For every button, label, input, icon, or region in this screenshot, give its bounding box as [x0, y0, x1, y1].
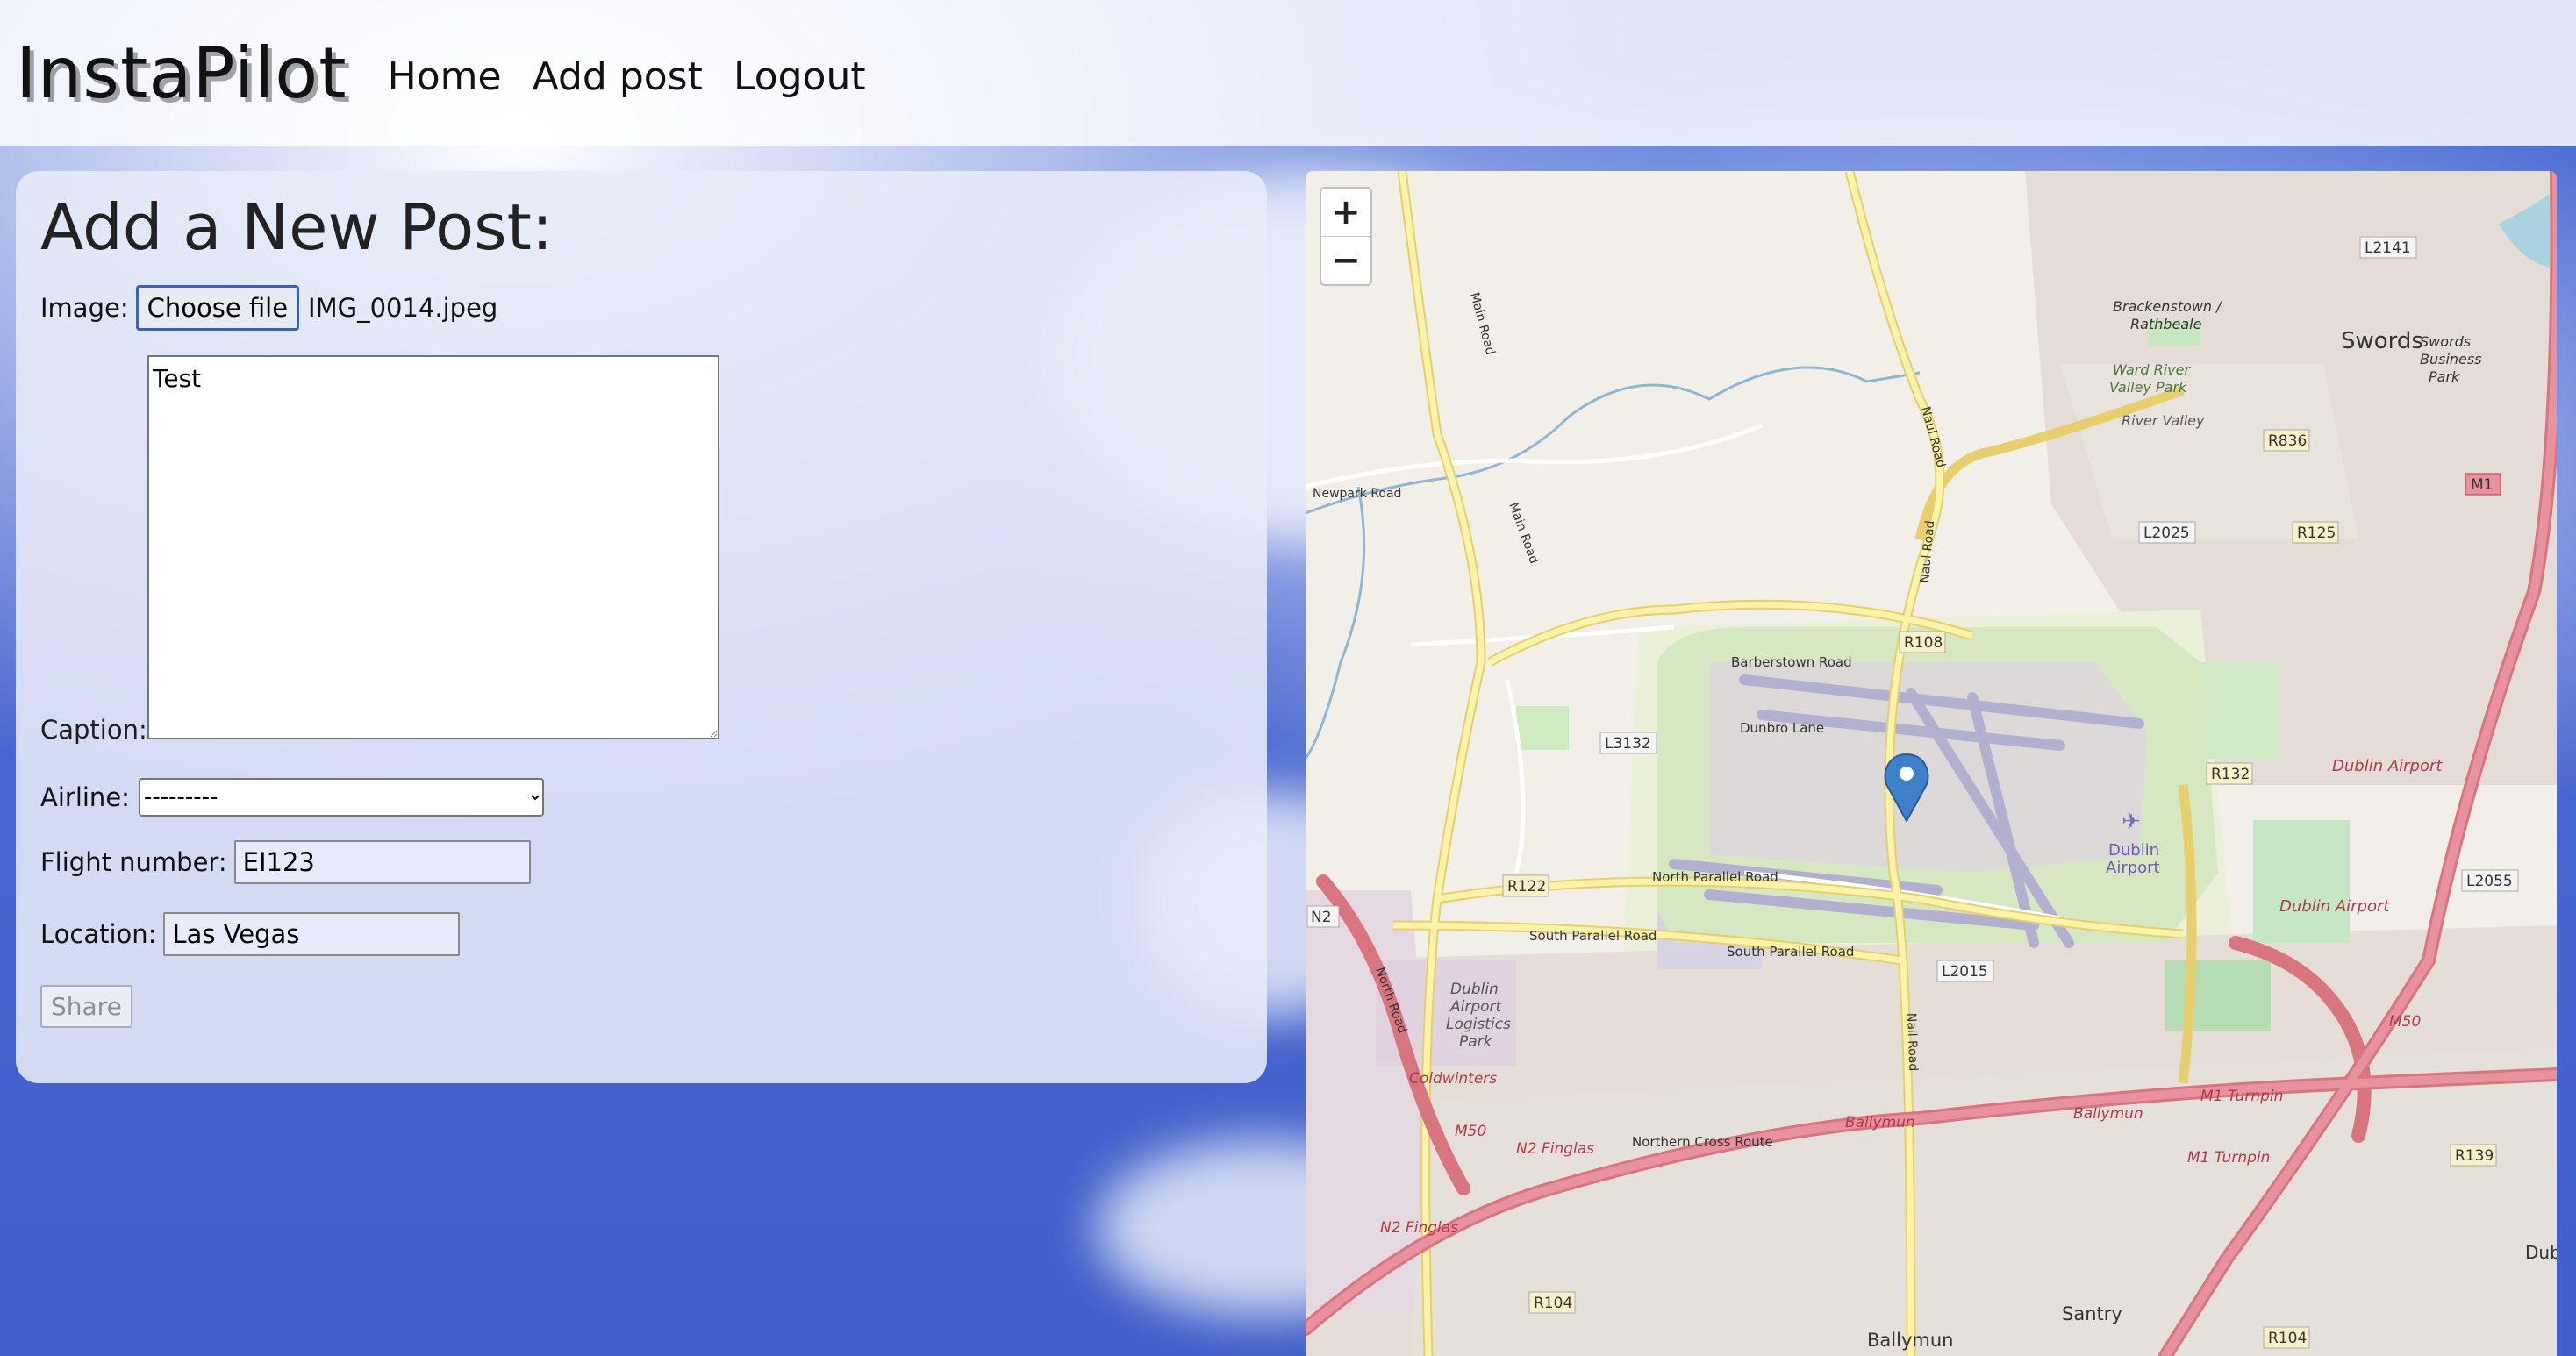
zoom-out-button[interactable]: −: [1321, 236, 1370, 284]
svg-text:M1: M1: [2471, 476, 2493, 494]
location-label: Location:: [40, 919, 157, 949]
map-label: M1 Turnpin: [2187, 1149, 2270, 1167]
map-label: Santry: [2062, 1303, 2122, 1324]
map-label: Park: [1459, 1033, 1493, 1051]
map-label: Nail Road: [1904, 1013, 1920, 1072]
map-label: South Parallel Road: [1727, 944, 1854, 960]
svg-text:R836: R836: [2268, 432, 2307, 450]
zoom-in-button[interactable]: +: [1321, 189, 1370, 236]
location-row: Location:: [40, 912, 461, 956]
road-shield: L2055: [2461, 869, 2519, 892]
map-label: Logistics: [1446, 1016, 1511, 1033]
svg-text:R104: R104: [2268, 1330, 2307, 1347]
road-shield: R125: [2292, 521, 2339, 544]
map-label: Airport: [1449, 998, 1503, 1016]
svg-text:R108: R108: [1904, 634, 1943, 652]
road-shield: R836: [2263, 429, 2310, 452]
svg-text:R139: R139: [2455, 1147, 2494, 1165]
map-label: Swords: [2341, 328, 2423, 354]
caption-textarea[interactable]: Test: [147, 355, 719, 739]
map-label: Park: [2429, 368, 2460, 385]
road-shield: R132: [2206, 762, 2253, 785]
add-post-panel: Add a New Post: Image: Choose file IMG_0…: [16, 171, 1267, 1083]
svg-text:L2015: L2015: [1942, 963, 1988, 981]
map-tiles: ✈ Swords Brackenstown / Rathbeale Ward R…: [1306, 171, 2557, 1356]
road-shield: L2015: [1936, 960, 1994, 982]
road-shield: M1: [2465, 473, 2501, 496]
map-label: Ward River: [2113, 361, 2191, 378]
map-label: Dublin: [2108, 841, 2159, 860]
flight-number-row: Flight number:: [40, 840, 531, 884]
map-label: Ballymun: [1867, 1330, 1953, 1351]
svg-text:R122: R122: [1507, 878, 1546, 896]
location-map[interactable]: ✈ Swords Brackenstown / Rathbeale Ward R…: [1306, 171, 2557, 1356]
app-logo[interactable]: InstaPilot: [16, 32, 347, 114]
nav-logout-link[interactable]: Logout: [733, 54, 866, 99]
map-label: Business: [2420, 351, 2482, 368]
road-label: M50: [2389, 1013, 2421, 1031]
map-label: Ballymun: [2073, 1105, 2143, 1123]
road-shield: L2141: [2359, 236, 2417, 259]
map-label: Valley Park: [2109, 379, 2187, 396]
map-label: South Parallel Road: [1529, 928, 1657, 944]
airline-label: Airline:: [40, 782, 130, 812]
road-label: M50: [1455, 1123, 1486, 1140]
map-label: Dublin Airport: [2279, 897, 2390, 916]
map-label: Newpark Road: [1313, 487, 1401, 501]
nav-home-link[interactable]: Home: [388, 54, 502, 99]
map-label: Ballymun: [1845, 1114, 1915, 1131]
selected-file-name: IMG_0014.jpeg: [308, 293, 498, 323]
map-label: N2 Finglas: [1380, 1219, 1458, 1237]
svg-text:L3132: L3132: [1605, 735, 1651, 753]
share-button[interactable]: Share: [40, 985, 132, 1028]
road-shield: N2: [1306, 905, 1340, 928]
road-shield: R122: [1502, 874, 1549, 897]
map-label: Dublin Airport: [2332, 757, 2443, 775]
map-label: M1 Turnpin: [2200, 1088, 2283, 1105]
svg-text:R104: R104: [1534, 1295, 1572, 1312]
map-label: Swords: [2420, 333, 2471, 350]
map-label: Coldwinters: [1409, 1070, 1497, 1088]
road-shield: L2025: [2138, 521, 2196, 544]
road-shield: R104: [2263, 1326, 2310, 1349]
map-label: Dublin: [1450, 981, 1499, 998]
svg-text:R125: R125: [2297, 525, 2336, 542]
map-label: Barberstown Road: [1731, 654, 1852, 670]
svg-text:R132: R132: [2211, 766, 2250, 783]
image-label: Image:: [40, 293, 129, 323]
choose-file-button[interactable]: Choose file: [135, 285, 300, 331]
flight-number-label: Flight number:: [40, 847, 227, 877]
flight-number-input[interactable]: [233, 840, 531, 884]
svg-text:L2055: L2055: [2466, 873, 2513, 890]
svg-text:L2025: L2025: [2143, 525, 2190, 542]
road-shield: R104: [1528, 1291, 1576, 1314]
map-label: Northern Cross Route: [1632, 1134, 1773, 1150]
map-label: Airport: [2106, 859, 2160, 877]
top-navbar: InstaPilot Home Add post Logout: [0, 0, 2576, 146]
map-label: Dunbro Lane: [1740, 720, 1824, 736]
map-label: North Parallel Road: [1652, 869, 1778, 885]
image-row: Image: Choose file IMG_0014.jpeg: [40, 285, 497, 331]
airline-row: Airline: ---------: [40, 778, 544, 817]
caption-label: Caption:: [40, 715, 147, 745]
svg-text:L2141: L2141: [2365, 239, 2411, 257]
map-label: Dublin: [2525, 1242, 2557, 1263]
road-shield: R139: [2450, 1144, 2497, 1167]
airport-icon: ✈: [2122, 809, 2141, 835]
map-label: River Valley: [2122, 412, 2205, 429]
airline-select[interactable]: ---------: [138, 778, 544, 817]
location-input[interactable]: [163, 912, 461, 956]
map-zoom-control: + −: [1320, 187, 1372, 286]
map-label: Brackenstown /: [2113, 298, 2222, 315]
map-label: N2 Finglas: [1516, 1140, 1594, 1158]
road-shield: L3132: [1599, 732, 1657, 754]
page-title: Add a New Post:: [40, 190, 554, 264]
main-nav: Home Add post Logout: [361, 54, 866, 99]
nav-add-post-link[interactable]: Add post: [533, 54, 703, 99]
road-shield: R108: [1899, 631, 1946, 653]
svg-text:N2: N2: [1311, 909, 1332, 926]
map-label: Rathbeale: [2130, 316, 2202, 332]
